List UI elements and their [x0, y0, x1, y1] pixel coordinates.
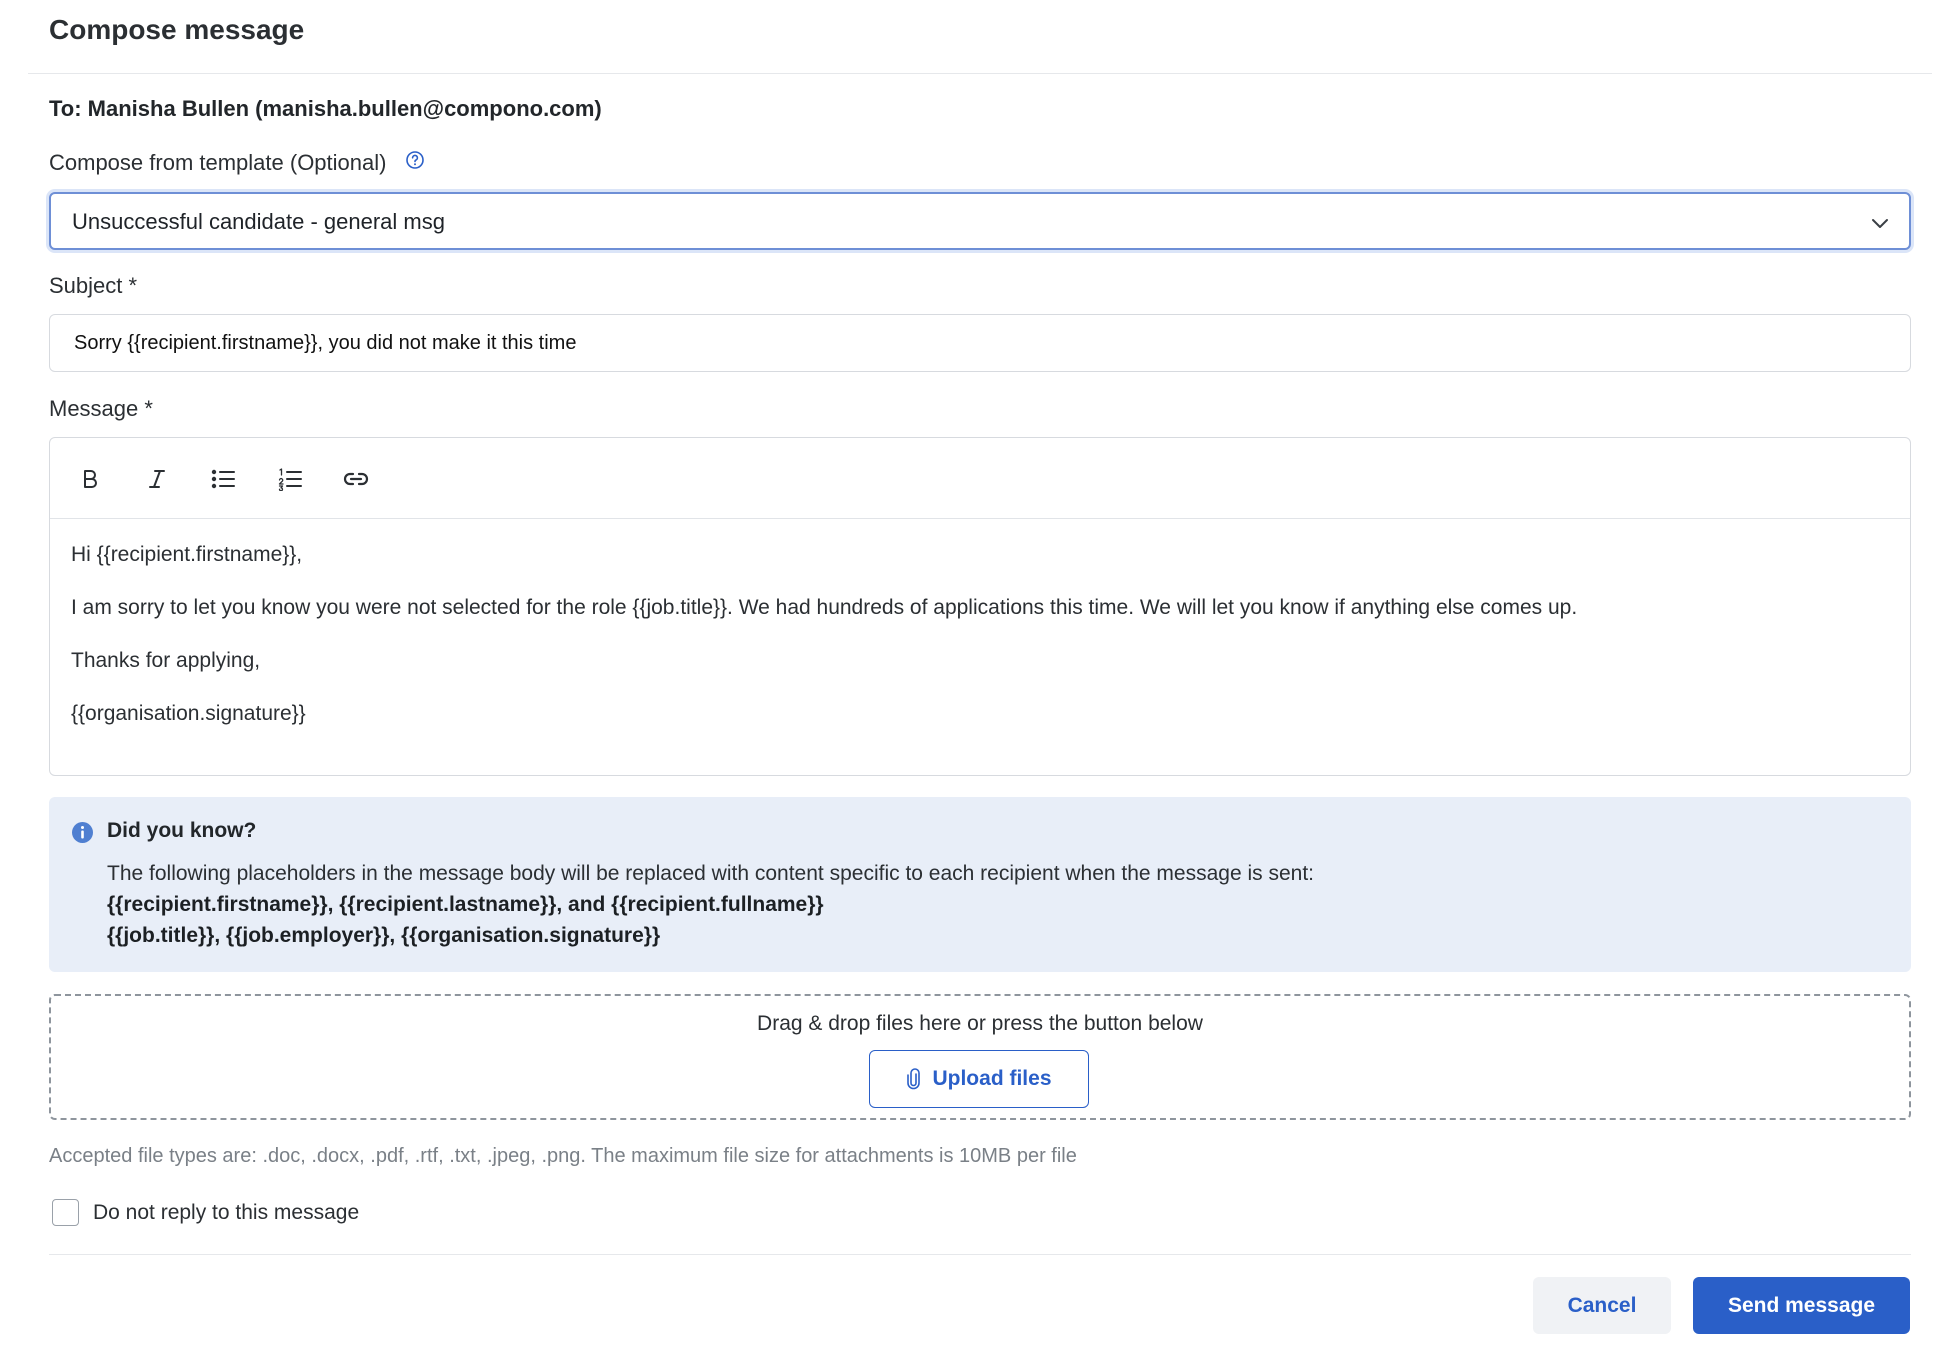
editor-toolbar — [50, 438, 1910, 519]
no-reply-checkbox[interactable] — [52, 1199, 79, 1226]
message-paragraph: Hi {{recipient.firstname}}, — [71, 543, 303, 566]
message-paragraph: I am sorry to let you know you were not … — [71, 596, 1578, 619]
numbered-list-button[interactable] — [271, 460, 309, 498]
no-reply-label[interactable]: Do not reply to this message — [93, 1201, 359, 1225]
info-box: Did you know? The following placeholders… — [49, 797, 1911, 972]
template-select[interactable]: Unsuccessful candidate - general msg — [49, 192, 1911, 250]
dialog-title: Compose message — [49, 14, 305, 45]
cancel-button[interactable]: Cancel — [1533, 1277, 1671, 1334]
send-message-button[interactable]: Send message — [1693, 1277, 1910, 1334]
message-label: Message * — [49, 396, 153, 421]
upload-files-label: Upload files — [932, 1067, 1052, 1090]
bold-icon — [84, 470, 97, 488]
accepted-file-types: Accepted file types are: .doc, .docx, .p… — [49, 1145, 1077, 1167]
message-body[interactable]: Hi {{recipient.firstname}}, I am sorry t… — [71, 542, 1577, 754]
bullet-list-icon — [211, 469, 235, 489]
message-editor[interactable]: Hi {{recipient.firstname}}, I am sorry t… — [49, 437, 1911, 776]
recipient-line: To: Manisha Bullen (manisha.bullen@compo… — [49, 96, 602, 121]
subject-input[interactable]: Sorry {{recipient.firstname}}, you did n… — [49, 314, 1911, 372]
bold-button[interactable] — [71, 460, 109, 498]
italic-button[interactable] — [138, 460, 176, 498]
italic-icon — [149, 470, 165, 488]
placeholder-list-2: {{job.title}}, {{job.employer}}, {{organ… — [107, 924, 661, 947]
chevron-down-icon — [1872, 219, 1888, 228]
file-dropzone[interactable]: Drag & drop files here or press the butt… — [49, 994, 1911, 1120]
numbered-list-icon — [278, 468, 302, 491]
dialog-header: Compose message — [28, 0, 1932, 74]
link-button[interactable] — [337, 460, 375, 498]
message-paragraph: {{organisation.signature}} — [71, 702, 306, 725]
dropzone-text: Drag & drop files here or press the butt… — [757, 1012, 1203, 1035]
footer-divider — [49, 1254, 1911, 1255]
subject-label: Subject * — [49, 273, 138, 298]
link-icon — [343, 472, 369, 486]
info-description: The following placeholders in the messag… — [107, 862, 1315, 885]
template-label: Compose from template (Optional) — [49, 150, 387, 175]
placeholder-list-1: {{recipient.firstname}}, {{recipient.las… — [107, 893, 824, 916]
upload-files-button[interactable]: Upload files — [869, 1050, 1089, 1108]
paperclip-icon — [907, 1068, 921, 1090]
message-paragraph: Thanks for applying, — [71, 649, 261, 672]
template-select-value: Unsuccessful candidate - general msg — [72, 209, 445, 234]
bullet-list-button[interactable] — [204, 460, 242, 498]
subject-input-value: Sorry {{recipient.firstname}}, you did n… — [74, 332, 577, 354]
compose-dialog: Compose message To: Manisha Bullen (mani… — [0, 0, 1960, 1350]
info-icon — [72, 822, 93, 843]
info-title: Did you know? — [107, 819, 257, 842]
help-icon[interactable] — [405, 150, 425, 170]
info-text: The following placeholders in the messag… — [107, 858, 1314, 951]
